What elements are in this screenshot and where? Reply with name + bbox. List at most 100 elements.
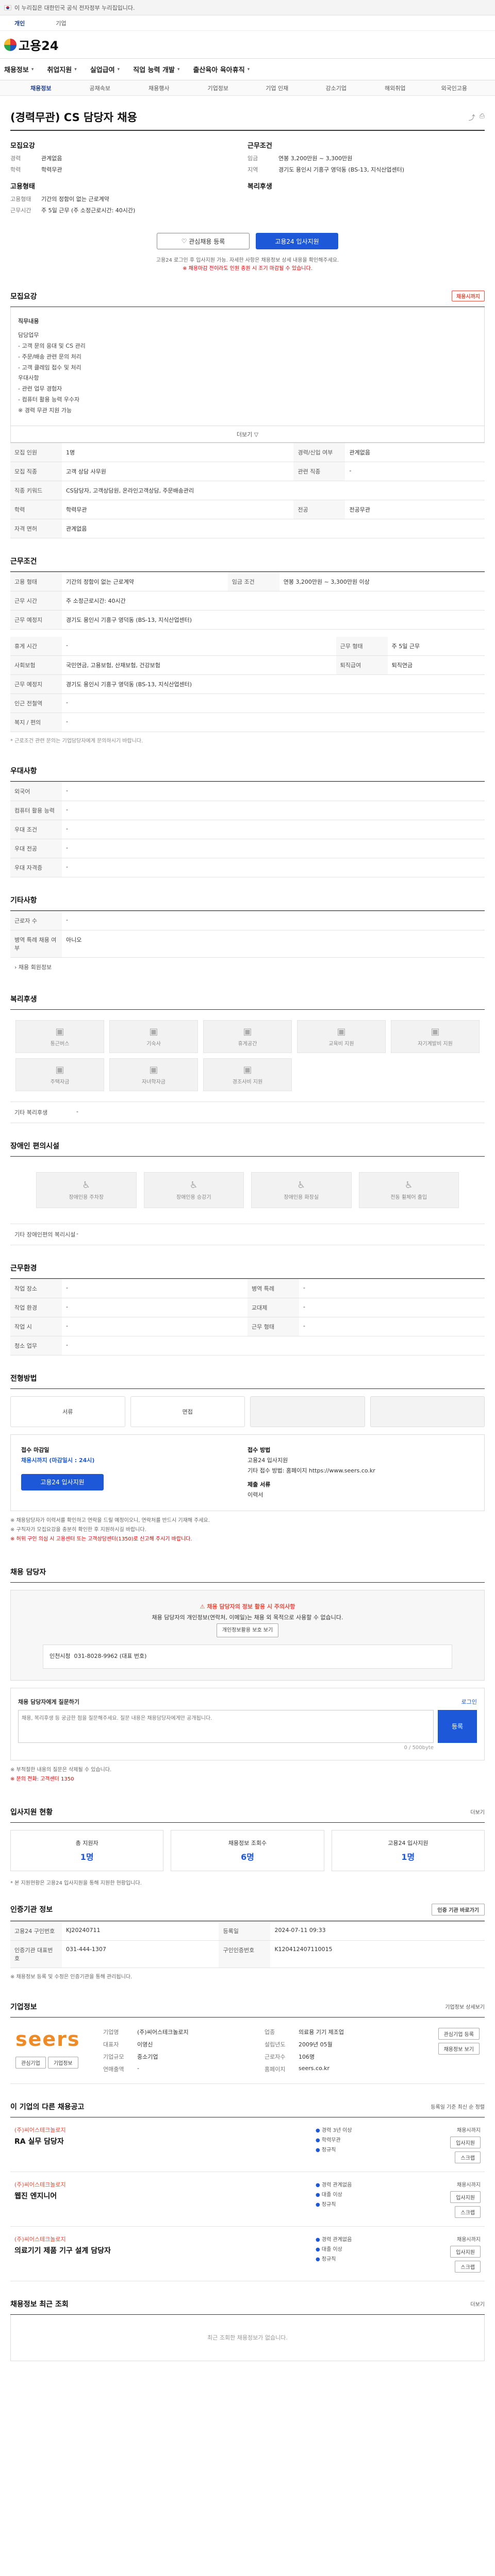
inquiry-input[interactable] <box>18 1709 434 1743</box>
related-meta-text: 대졸 이상 <box>321 2246 342 2252</box>
section-disabled: 장애인 편의시설 ♿ 장애인용 주차장 ♿ 장애인용 승강기 ♿ 장애인용 화장실 ♿ 전동 … <box>10 1141 485 1246</box>
etc-table: 근로자 수 - 병역 특례 채용 여부 아니오 <box>10 911 485 958</box>
related-scrap-button[interactable]: 스크랩 <box>455 2151 481 2163</box>
gnb-item[interactable]: 채용정보 ▾ <box>4 64 34 74</box>
gnb-item[interactable]: 직업 능력 개발 ▾ <box>133 64 179 74</box>
company-field-label: 홈페이지 <box>265 2065 286 2073</box>
dot-icon: ● <box>316 2236 322 2243</box>
snb-item[interactable]: 해외취업 <box>366 84 425 92</box>
related-title[interactable]: RA 실무 담당자 <box>14 2136 316 2146</box>
snb-item[interactable]: 강소기업 <box>307 84 366 92</box>
info-more-button[interactable]: 인증 기관 바로가기 <box>432 1903 485 1916</box>
row-label: 고용 형태 <box>10 572 62 592</box>
facility-label: 장애인용 주차장 <box>69 1195 104 1201</box>
benefit-icon: ▣ <box>337 1026 346 1038</box>
benefit-icon: ▣ <box>149 1064 158 1076</box>
row-value: - <box>62 858 485 878</box>
privacy-button[interactable]: 개인정보활용 보호 보기 <box>216 1623 279 1637</box>
row-value: 1명 <box>62 443 294 463</box>
related-apply-button[interactable]: 입사지원 <box>450 2245 481 2258</box>
company-register-button[interactable]: 관심기업 등록 <box>438 2027 480 2040</box>
related-title[interactable]: 의료기기 제품 기구 설계 담당자 <box>14 2245 316 2256</box>
row-label: 우대 자격증 <box>10 858 62 878</box>
company-logo: seers <box>15 2027 80 2050</box>
etc-link[interactable]: › 채용 회원정보 <box>10 958 485 976</box>
logo[interactable]: 고용24 <box>4 36 59 54</box>
benefit-icon: ▣ <box>243 1064 252 1076</box>
section-work: 근무조건 고용 형태 기간의 정함이 없는 근로계약 임금 조건 연봉 3,200만원… <box>10 556 485 748</box>
related-scrap-button[interactable]: 스크랩 <box>455 2206 481 2218</box>
stat-label: 총 지원자 <box>75 1839 98 1846</box>
related-meta: ● 대졸 이상 <box>316 2245 414 2255</box>
stats-more-link[interactable]: 더보기 <box>470 1808 485 1816</box>
snb-item[interactable]: 공채속보 <box>71 84 130 92</box>
section-info: 인증기관 정보 인증 기관 바로가기 고용24 구인번호 KJ20240711 등록일… <box>10 1903 485 1984</box>
row-label: 작업 환경 <box>10 1298 62 1318</box>
company-field-value: 의료용 기기 제조업 <box>299 2028 344 2036</box>
row-label: 모집 직종 <box>10 462 62 482</box>
stat-number: 6명 <box>241 1852 254 1862</box>
inquiry-submit-button[interactable]: 등록 <box>438 1709 477 1743</box>
benefit-label: 교육비 지원 <box>328 1041 354 1047</box>
table-row: 컴퓨터 활용 능력 - <box>10 801 485 821</box>
row-label: 근무 형태 <box>248 1317 299 1337</box>
row-label: 우대 조건 <box>10 820 62 840</box>
related-title[interactable]: 웹진 엔지니어 <box>14 2191 316 2201</box>
desc-line: ※ 경력 무관 지원 가능 <box>18 407 72 414</box>
related-meta-text: 경력 관계없음 <box>321 2236 352 2243</box>
section-stats: 입사지원 현황 더보기 총 지원자 1명 채용정보 조회수 6명 고용24 입사지원 1명 … <box>10 1807 485 1886</box>
snb-item[interactable]: 채용정보 <box>11 84 71 92</box>
related-meta-text: 대졸 이상 <box>321 2192 342 2198</box>
process-step <box>250 1396 365 1428</box>
snb-item[interactable]: 외국인고용 <box>425 84 484 92</box>
gnb-item[interactable]: 취업지원 ▾ <box>47 64 76 74</box>
related-apply-button[interactable]: 입사지원 <box>450 2191 481 2203</box>
table-row: 작업 환경 - 교대제 - <box>10 1298 485 1318</box>
row-label: 전공 <box>293 500 345 520</box>
related-job-item[interactable]: (주)씨어스테크놀로지 웹진 엔지니어 ● 경력 관계없음 ● 대졸 이상 ● 정규직 채… <box>10 2172 485 2227</box>
warning-icon: ⚠ <box>200 1603 207 1610</box>
benefit-item: ▣ 통근버스 <box>15 1020 104 1054</box>
share-icon[interactable]: ⤴ <box>469 112 475 122</box>
related-job-item[interactable]: (주)씨어스테크놀로지 RA 실무 담당자 ● 경력 3년 이상 ● 학력무관 ● 정규… <box>10 2117 485 2172</box>
recruit-table: 모집 인원 1명 경력/신입 여부 관계없음 모집 직종 고객 상담 사무원 관련 직종 - 직… <box>10 443 485 539</box>
login-link[interactable]: 로그인 <box>461 1698 477 1706</box>
company-jobs-button[interactable]: 채용정보 보기 <box>438 2042 480 2055</box>
row-label: 우대 전공 <box>10 839 62 859</box>
section-process: 전형방법 서류 면접 접수 마감일 채용시까지 (마감일시 : 24시) 고용24… <box>10 1373 485 1549</box>
company-info-button[interactable]: 기업정보 <box>47 2056 78 2069</box>
snb-item[interactable]: 기업 인재 <box>248 84 307 92</box>
table-row: 청소 업무 - <box>10 1336 485 1356</box>
related-meta: ● 대졸 이상 <box>316 2190 414 2200</box>
print-icon[interactable]: ⎙ <box>480 112 485 122</box>
heart-icon: ♡ <box>181 238 189 245</box>
dot-icon: ● <box>316 2127 322 2133</box>
desc-line: 담당업무 <box>18 331 39 338</box>
company-field-label: 근로자수 <box>265 2053 286 2060</box>
contact-phone: 031-8028-9962 (대표 번호) <box>74 1652 147 1659</box>
more-button[interactable]: 더보기 ▽ <box>10 426 485 443</box>
apply-button-2[interactable]: 고용24 입사지원 <box>21 1473 104 1490</box>
benefit-label: 자기계발비 지원 <box>418 1041 453 1047</box>
benefit-item: ▣ 기숙사 <box>109 1020 198 1054</box>
recent-more-link[interactable]: 더보기 <box>470 2300 485 2308</box>
company-more-link[interactable]: 기업정보 상세보기 <box>445 2003 485 2010</box>
like-button[interactable]: ♡ 관심채용 등록 <box>157 233 250 249</box>
personal-tab[interactable]: 개인 <box>14 19 25 27</box>
related-scrap-button[interactable]: 스크랩 <box>455 2260 481 2273</box>
gnb-item[interactable]: 실업급여 ▾ <box>90 64 120 74</box>
chevron-down-icon: ▾ <box>31 66 34 72</box>
gnb-item[interactable]: 출산육아 육아휴직 ▾ <box>193 64 250 74</box>
snb-item[interactable]: 채용행사 <box>129 84 189 92</box>
row-value: - <box>62 782 485 802</box>
snb-item[interactable]: 기업정보 <box>189 84 248 92</box>
apply-button[interactable]: 고용24 입사지원 <box>256 233 338 249</box>
facility-label: 장애인용 승강기 <box>176 1195 211 1201</box>
company-like-button[interactable]: 관심기업 <box>15 2056 46 2069</box>
table-row: 복지 / 편의 - <box>10 713 485 733</box>
summary-recruit-title: 모집요강 <box>10 142 35 150</box>
related-job-item[interactable]: (주)씨어스테크놀로지 의료기기 제품 기구 설계 담당자 ● 경력 관계없음 ● 대… <box>10 2227 485 2281</box>
related-apply-button[interactable]: 입사지원 <box>450 2136 481 2148</box>
corp-tab[interactable]: 기업 <box>56 19 66 27</box>
related-meta: ● 정규직 <box>316 2200 414 2210</box>
